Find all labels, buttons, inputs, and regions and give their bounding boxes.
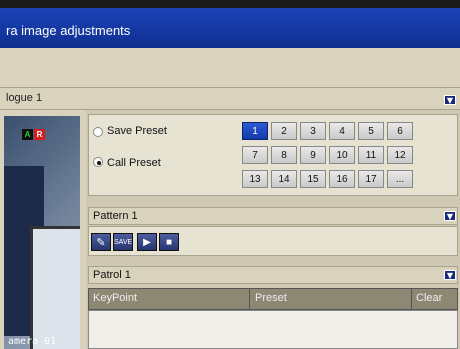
preset-number-button[interactable]: 15 [300, 170, 326, 188]
save-preset-label: Save Preset [107, 125, 167, 137]
preset-number-button[interactable]: 1 [242, 122, 268, 140]
preset-number-button[interactable]: 14 [271, 170, 297, 188]
preset-number-button[interactable]: 3 [300, 122, 326, 140]
camera-select[interactable]: logue 1 [0, 88, 460, 110]
patrol-table-header: KeyPoint Preset Clear [88, 288, 458, 310]
patrol-dropdown-chevron-down-icon[interactable]: ▼ [444, 270, 456, 280]
preset-number-button[interactable]: 6 [387, 122, 413, 140]
preset-number-button[interactable]: 10 [329, 146, 355, 164]
window-title-bar: ra image adjustments [0, 8, 460, 48]
preset-number-button[interactable]: ... [387, 170, 413, 188]
window-title: ra image adjustments [6, 23, 131, 38]
play-icon[interactable]: ▶ [137, 233, 157, 251]
camera-dropdown-chevron-down-icon[interactable]: ▼ [444, 95, 456, 105]
record-badge-r: R [34, 129, 45, 140]
preset-number-button[interactable]: 7 [242, 146, 268, 164]
column-clear: Clear [416, 292, 443, 304]
preset-number-button[interactable]: 13 [242, 170, 268, 188]
stop-icon[interactable]: ■ [159, 233, 179, 251]
preset-number-button[interactable]: 17 [358, 170, 384, 188]
save-preset-radio[interactable] [93, 127, 103, 137]
edit-pencil-icon[interactable]: ✎ [91, 233, 111, 251]
preset-number-button[interactable]: 16 [329, 170, 355, 188]
column-preset: Preset [255, 292, 287, 304]
patrol-table-body [88, 310, 458, 349]
column-divider [411, 289, 412, 309]
toolbar-area [0, 48, 460, 88]
call-preset-label: Call Preset [107, 157, 161, 169]
pattern-save-button[interactable]: SAVE [113, 233, 133, 251]
patrol-select[interactable]: Patrol 1 [88, 266, 458, 284]
preset-number-button[interactable]: 5 [358, 122, 384, 140]
video-monitor [30, 226, 80, 349]
preset-number-button[interactable]: 8 [271, 146, 297, 164]
column-divider [249, 289, 250, 309]
preset-number-button[interactable]: 12 [387, 146, 413, 164]
preset-number-button[interactable]: 4 [329, 122, 355, 140]
pattern-select[interactable]: Pattern 1 [88, 207, 458, 225]
preset-number-button[interactable]: 2 [271, 122, 297, 140]
alarm-badge-a: A [22, 129, 33, 140]
patrol-select-value: Patrol 1 [93, 269, 131, 281]
pattern-dropdown-chevron-down-icon[interactable]: ▼ [444, 211, 456, 221]
preset-number-button[interactable]: 11 [358, 146, 384, 164]
call-preset-radio[interactable] [93, 157, 103, 167]
pattern-select-value: Pattern 1 [93, 210, 138, 222]
video-preview: A R amera 01 [4, 116, 80, 349]
camera-select-value: logue 1 [6, 92, 43, 104]
preset-number-button[interactable]: 9 [300, 146, 326, 164]
column-keypoint: KeyPoint [93, 292, 138, 304]
camera-label: amera 01 [8, 336, 57, 347]
